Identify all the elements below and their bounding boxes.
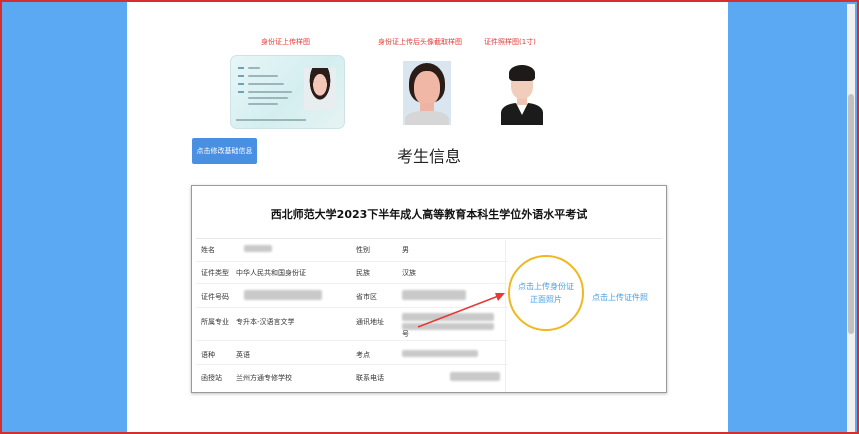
main-page: 身份证上传样图 身份证上传后头像截取样图 证件照样图(1寸) 点击修改基础信息 … [127,2,728,432]
section-title: 考生信息 [397,147,462,166]
candidate-info-card: 西北师范大学2023下半年成人高等教育本科生学位外语水平考试 姓名 性别 男 证… [191,185,667,393]
idphoto-sample-image [498,61,546,125]
headshot-sample-image [403,61,451,125]
screenshot-frame: 身份证上传样图 身份证上传后头像截取样图 证件照样图(1寸) 点击修改基础信息 … [0,0,859,434]
idphoto-sample-label: 证件照样图(1寸) [484,38,536,46]
idcard-sample-label: 身份证上传样图 [261,38,310,46]
annotation-arrow [417,293,505,328]
vertical-scrollbar[interactable] [847,4,855,432]
scrollbar-thumb[interactable] [848,94,854,334]
idcard-sample-image [230,55,345,129]
headshot-sample-label: 身份证上传后头像截取样图 [378,38,462,46]
edit-basic-info-button[interactable]: 点击修改基础信息 [192,138,257,164]
